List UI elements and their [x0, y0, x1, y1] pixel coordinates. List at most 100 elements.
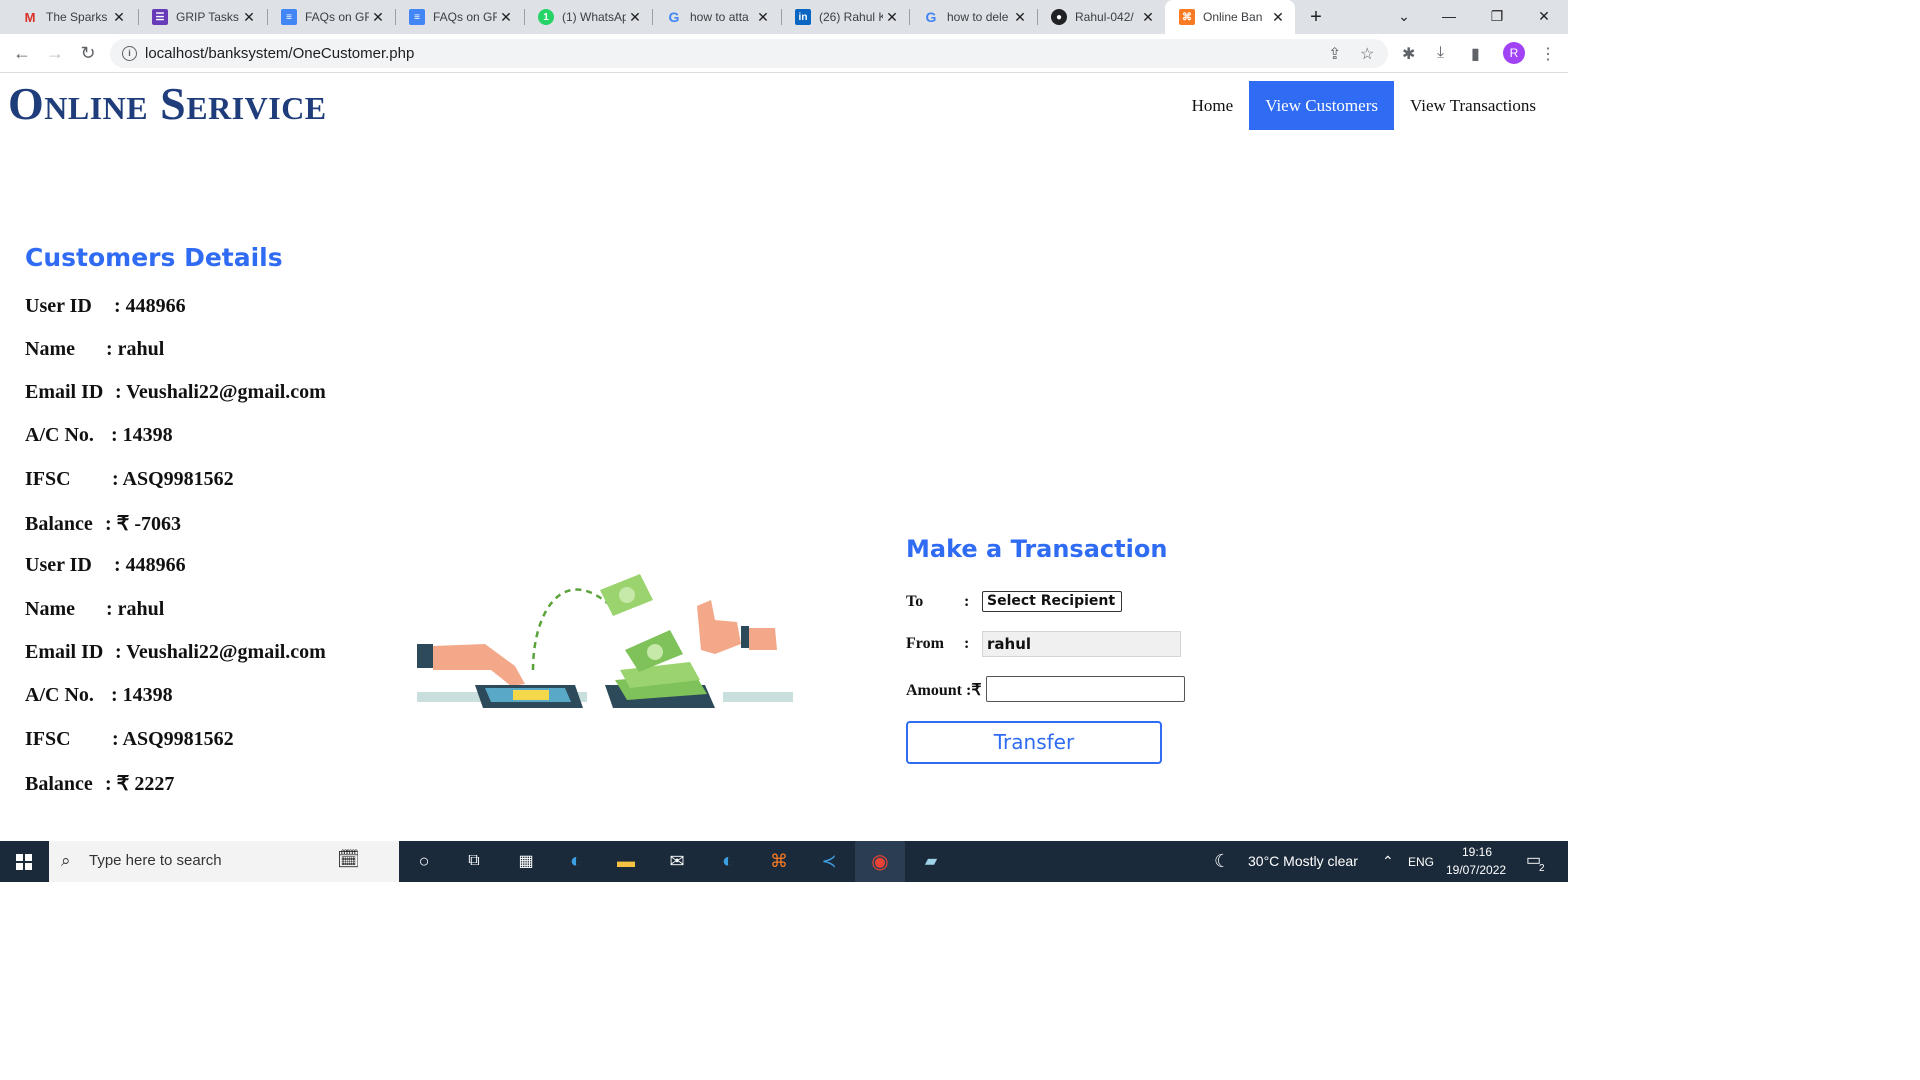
- detail-row-email: Email ID: Veushali22@gmail.com: [25, 641, 326, 664]
- detail-row-name: Name: rahul: [25, 338, 164, 361]
- profile-avatar[interactable]: R: [1503, 42, 1525, 64]
- tab-google-attach[interactable]: G how to atta ✕: [652, 0, 780, 34]
- tab-label: GRIP Tasks: [176, 10, 239, 24]
- whatsapp-icon: 1: [538, 9, 554, 25]
- xampp-icon: ⌘: [1179, 9, 1195, 25]
- detail-label: IFSC: [25, 468, 71, 490]
- site-logo[interactable]: Online Serivice: [8, 77, 327, 130]
- close-icon[interactable]: ✕: [1011, 9, 1029, 26]
- github-icon: ●: [1051, 9, 1067, 25]
- close-icon[interactable]: ✕: [754, 9, 772, 26]
- detail-row-user-id: User ID: 448966: [25, 554, 186, 577]
- detail-row-user-id: User ID: 448966: [25, 295, 186, 318]
- transfer-button[interactable]: Transfer: [906, 721, 1162, 764]
- browser-tab-bar: M The Sparks ✕ ☰ GRIP Tasks ✕ ≡ FAQs on …: [0, 0, 1568, 34]
- tab-online-banking[interactable]: ⌘ Online Ban ✕: [1165, 0, 1295, 34]
- weather-status[interactable]: 30°C Mostly clear: [1248, 853, 1358, 869]
- tab-github[interactable]: ● Rahul-042/ ✕: [1037, 0, 1165, 34]
- language-indicator[interactable]: ENG: [1408, 855, 1434, 869]
- detail-value: : 14398: [111, 684, 173, 706]
- new-tab-button[interactable]: +: [1306, 6, 1326, 28]
- tab-faqs-1[interactable]: ≡ FAQs on GR ✕: [267, 0, 395, 34]
- clock-time[interactable]: 19:16: [1462, 845, 1492, 859]
- tab-label: how to atta: [690, 10, 749, 24]
- address-bar[interactable]: i localhost/banksystem/OneCustomer.php ⇪…: [110, 39, 1388, 68]
- xampp-taskbar-icon[interactable]: ⌘: [765, 847, 793, 875]
- extensions-icon[interactable]: ✱: [1402, 44, 1415, 64]
- detail-value: : ASQ9981562: [112, 728, 234, 750]
- close-icon[interactable]: ✕: [1139, 9, 1157, 26]
- detail-value: : Veushali22@gmail.com: [115, 641, 326, 663]
- cortana-icon[interactable]: ○: [410, 847, 438, 875]
- edge-icon[interactable]: ◐: [562, 847, 590, 875]
- tab-label: Online Ban: [1203, 10, 1263, 24]
- edge-beta-icon[interactable]: ◐: [714, 847, 742, 875]
- tab-linkedin[interactable]: in (26) Rahul K ✕: [781, 0, 909, 34]
- vscode-icon[interactable]: ≺: [815, 847, 843, 875]
- side-panel-icon[interactable]: ▮: [1471, 44, 1480, 64]
- from-colon: :: [964, 635, 970, 652]
- tab-search-icon[interactable]: ⌄: [1381, 4, 1427, 28]
- close-icon[interactable]: ✕: [883, 9, 901, 26]
- detail-label: Name: [25, 598, 75, 620]
- back-icon[interactable]: ←: [10, 42, 34, 64]
- download-icon[interactable]: ⤓: [1437, 44, 1444, 62]
- close-icon[interactable]: ✕: [240, 9, 258, 26]
- taskbar-search[interactable]: ⌕ Type here to search 🗓: [49, 841, 399, 882]
- tab-whatsapp[interactable]: 1 (1) WhatsAp ✕: [524, 0, 652, 34]
- menu-icon[interactable]: ⋮: [1540, 44, 1556, 64]
- tab-gmail[interactable]: M The Sparks ✕: [8, 0, 136, 34]
- tab-grip-tasks[interactable]: ☰ GRIP Tasks ✕: [138, 0, 266, 34]
- close-icon[interactable]: ✕: [497, 9, 515, 26]
- clock-date[interactable]: 19/07/2022: [1446, 863, 1506, 877]
- close-icon[interactable]: ✕: [369, 9, 387, 26]
- tray-chevron-icon[interactable]: ⌃: [1382, 853, 1394, 870]
- mail-icon[interactable]: ✉: [663, 847, 691, 875]
- nav-view-transactions[interactable]: View Transactions: [1394, 81, 1552, 130]
- detail-row-name: Name: rahul: [25, 598, 164, 621]
- notepad-icon[interactable]: ▰: [917, 847, 945, 875]
- tab-faqs-2[interactable]: ≡ FAQs on GR ✕: [395, 0, 523, 34]
- detail-row-account: A/C No.: 14398: [25, 684, 173, 707]
- chrome-taskbar-icon[interactable]: ◉: [855, 841, 905, 882]
- tab-google-delete[interactable]: G how to dele ✕: [909, 0, 1037, 34]
- address-url: localhost/banksystem/OneCustomer.php: [145, 45, 415, 62]
- maximize-icon[interactable]: ❐: [1474, 4, 1520, 28]
- detail-value: : ₹ -7063: [105, 513, 182, 535]
- windows-start-icon[interactable]: [0, 841, 48, 882]
- microsoft-store-icon[interactable]: ▦: [512, 847, 540, 875]
- detail-row-balance: Balance: ₹ -7063: [25, 511, 181, 536]
- file-explorer-icon[interactable]: ▬: [612, 847, 640, 875]
- share-icon[interactable]: ⇪: [1328, 44, 1341, 64]
- page-content: Online Serivice Home View Customers View…: [0, 73, 1568, 841]
- window-close-icon[interactable]: ✕: [1521, 4, 1567, 28]
- detail-label: Email ID: [25, 381, 104, 403]
- close-icon[interactable]: ✕: [1269, 9, 1287, 26]
- close-icon[interactable]: ✕: [626, 9, 644, 26]
- minimize-icon[interactable]: —: [1426, 4, 1472, 28]
- site-info-icon[interactable]: i: [122, 46, 137, 61]
- recipient-select[interactable]: Select Recipient ⌄: [982, 591, 1122, 612]
- amount-input[interactable]: [986, 676, 1185, 702]
- nav-view-customers[interactable]: View Customers: [1249, 81, 1394, 130]
- google-icon: G: [925, 9, 937, 25]
- close-icon[interactable]: ✕: [110, 9, 128, 26]
- detail-label: Balance: [25, 773, 93, 795]
- google-icon: G: [668, 9, 680, 25]
- detail-value: : 14398: [111, 424, 173, 446]
- nav-home[interactable]: Home: [1176, 81, 1250, 130]
- reload-icon[interactable]: ↻: [76, 42, 100, 64]
- amount-label: Amount :₹: [906, 682, 982, 699]
- bookmark-star-icon[interactable]: ☆: [1360, 44, 1374, 64]
- task-view-icon[interactable]: ⧉: [460, 847, 488, 875]
- to-colon: :: [964, 593, 970, 610]
- detail-label: A/C No.: [25, 424, 94, 446]
- site-nav: Home View Customers View Transactions: [1176, 81, 1552, 130]
- browser-toolbar: ← → ↻ i localhost/banksystem/OneCustomer…: [0, 34, 1568, 73]
- detail-label: User ID: [25, 295, 92, 317]
- taskbar-search-placeholder: Type here to search: [89, 852, 222, 869]
- from-field[interactable]: rahul: [982, 631, 1181, 657]
- detail-label: IFSC: [25, 728, 71, 750]
- forward-icon[interactable]: →: [43, 42, 67, 64]
- recipient-select-value: Select Recipient: [987, 593, 1116, 609]
